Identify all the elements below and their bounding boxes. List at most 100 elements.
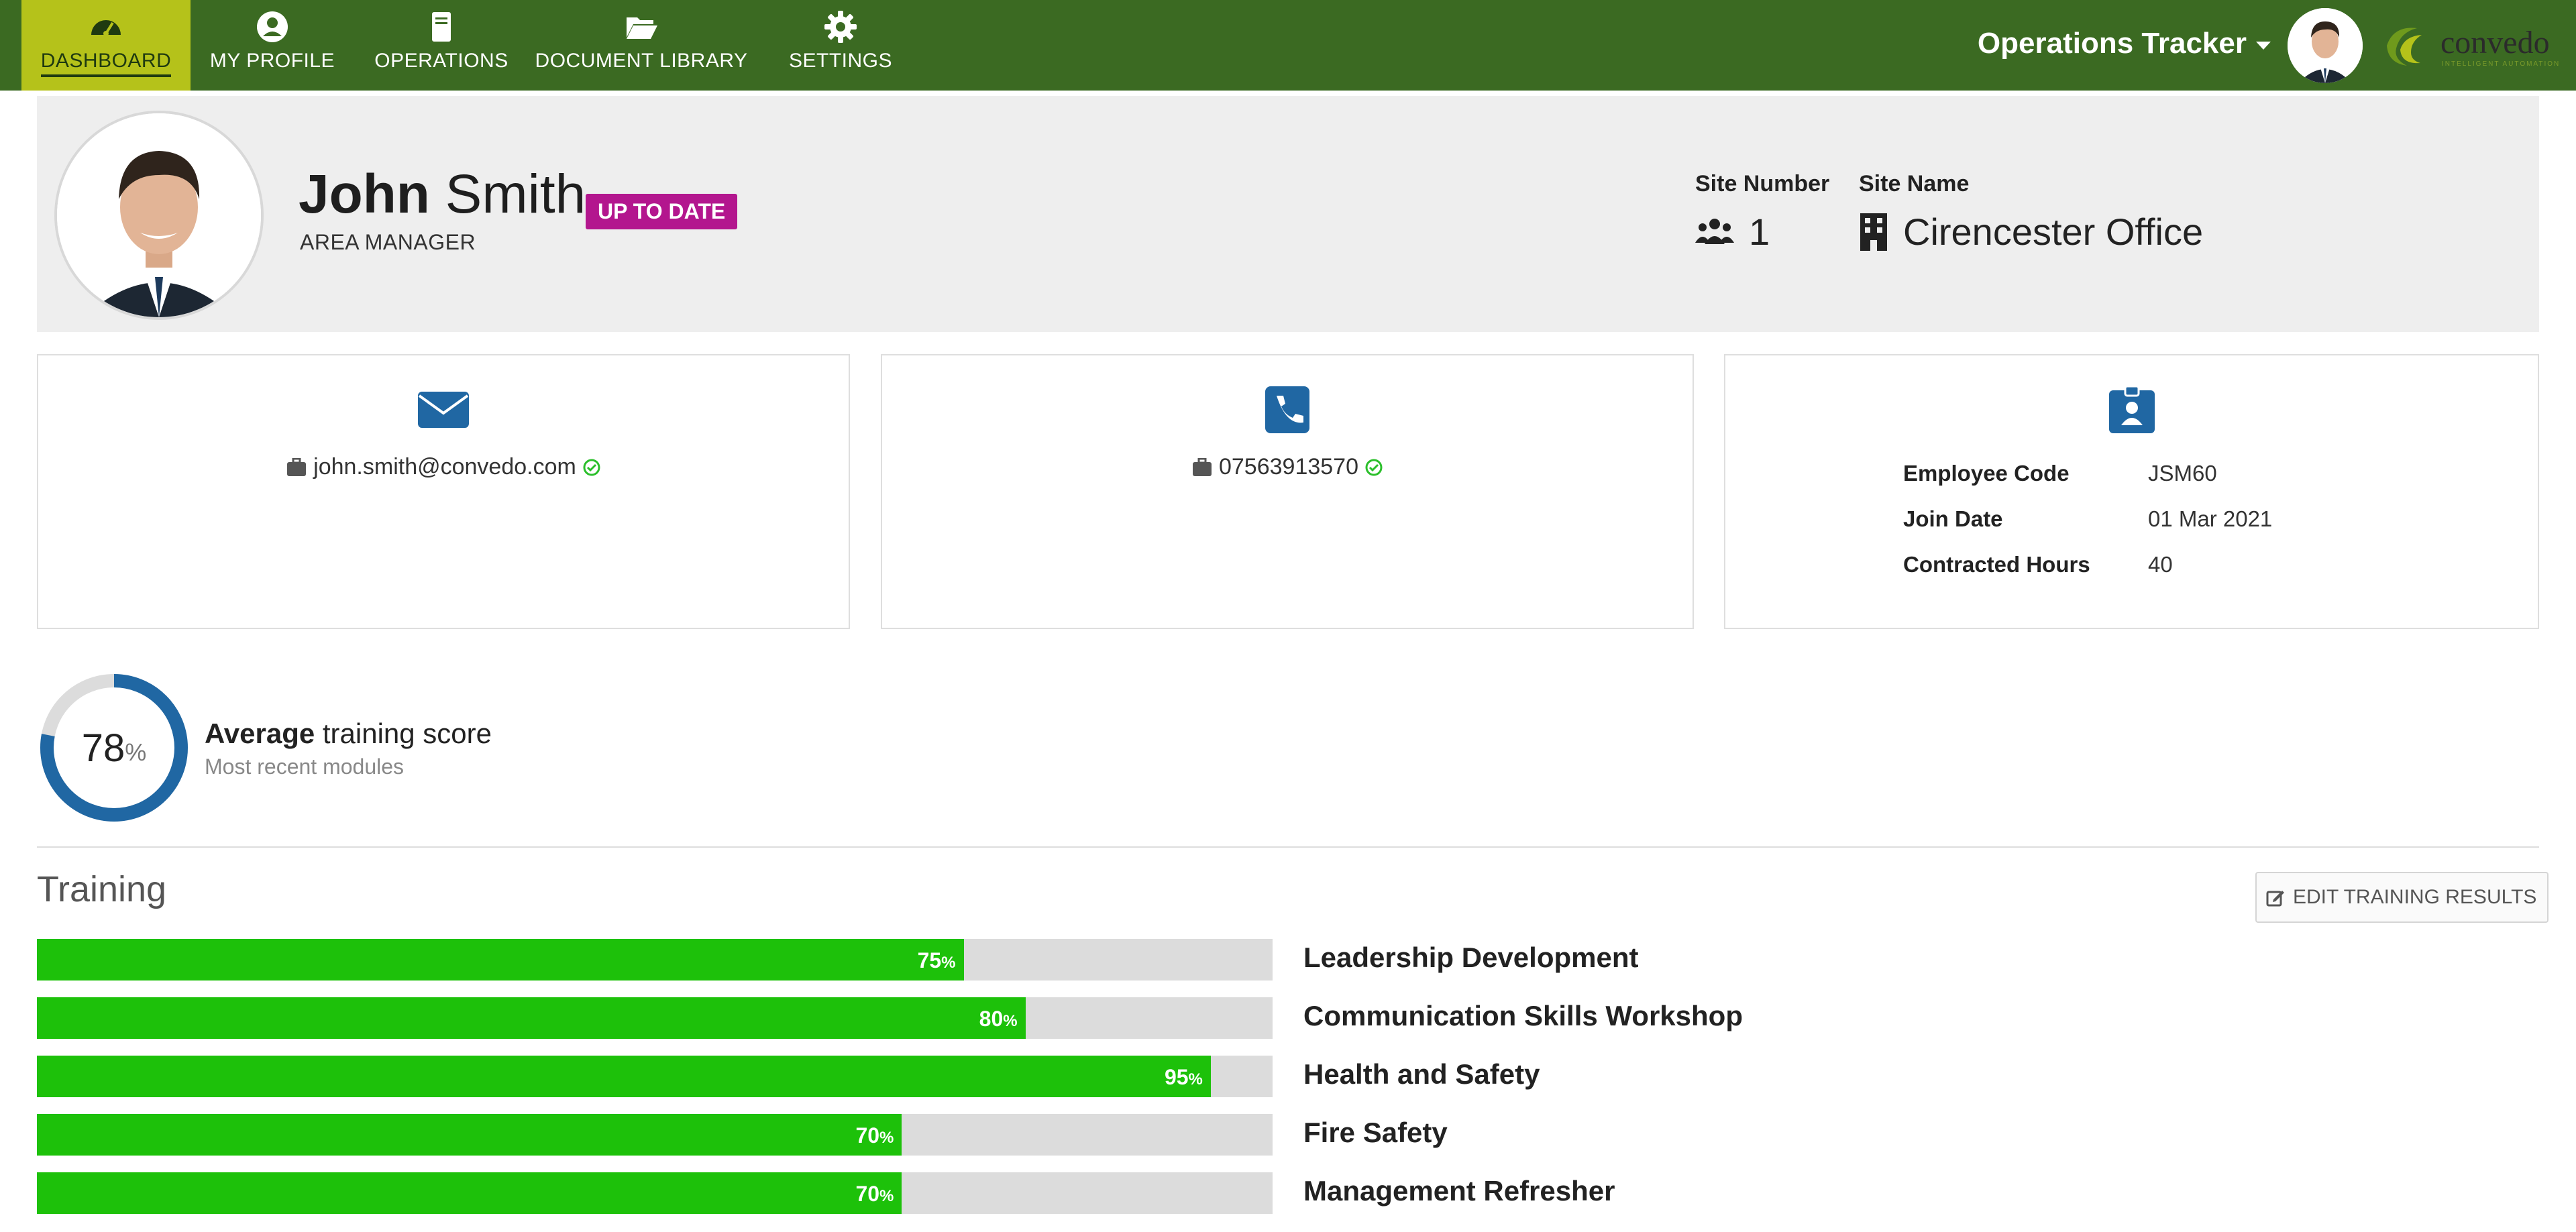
- training-module-name: Management Refresher: [1303, 1175, 1615, 1207]
- nav-operations[interactable]: OPERATIONS: [369, 0, 514, 91]
- briefcase-icon: [1192, 457, 1212, 476]
- top-navigation-bar: DASHBOARD MY PROFILE OPERATIONS DOCUMENT…: [0, 0, 2576, 91]
- nav-label: SETTINGS: [788, 50, 892, 72]
- status-badge: UP TO DATE: [586, 194, 738, 229]
- caret-down-icon: [2256, 42, 2271, 50]
- employee-name: John Smith: [299, 163, 586, 226]
- edit-button-label: EDIT TRAINING RESULTS: [2293, 886, 2537, 908]
- site-number: 1: [1695, 210, 1770, 254]
- join-date-value: 01 Mar 2021: [2148, 506, 2273, 531]
- employee-row: Contracted Hours 40: [1903, 542, 2272, 587]
- average-title-rest: training score: [315, 718, 492, 749]
- training-module-name: Fire Safety: [1303, 1117, 1448, 1148]
- profile-portrait-icon: [57, 113, 261, 317]
- employee-role: AREA MANAGER: [300, 230, 476, 254]
- average-score-subtitle: Most recent modules: [205, 754, 405, 779]
- profile-photo: [54, 111, 264, 320]
- training-section-title: Training: [37, 869, 167, 909]
- employee-code-value: JSM60: [2148, 461, 2217, 486]
- training-row: 75% Leadership Development: [37, 939, 1848, 997]
- site-name-label: Site Name: [1859, 171, 1970, 197]
- employee-details-table: Employee Code JSM60 Join Date 01 Mar 202…: [1903, 451, 2272, 587]
- site-number-label: Site Number: [1695, 171, 1830, 197]
- email-card: john.smith@convedo.com: [37, 354, 850, 629]
- contracted-hours-value: 40: [2148, 552, 2173, 577]
- contracted-hours-label: Contracted Hours: [1903, 552, 2090, 577]
- training-bar-value: 70%: [855, 1182, 894, 1206]
- training-bar-value: 75%: [917, 948, 956, 972]
- edit-icon: [2266, 891, 2284, 907]
- user-avatar[interactable]: [2288, 8, 2363, 83]
- training-bar-track: 75%: [37, 939, 1273, 981]
- training-bar-fill: 80%: [37, 997, 1026, 1039]
- phone-number[interactable]: 07563913570: [1219, 454, 1358, 480]
- nav-label: MY PROFILE: [209, 50, 335, 72]
- user-circle-icon: [257, 11, 288, 42]
- envelope-icon: [418, 392, 469, 428]
- training-module-name: Leadership Development: [1303, 942, 1639, 973]
- users-icon: [1695, 218, 1734, 244]
- training-row: 70% Fire Safety: [37, 1114, 1848, 1172]
- folder-open-icon: [627, 17, 657, 39]
- average-score-value: 78%: [37, 671, 191, 825]
- training-row: 70% Management Refresher: [37, 1172, 1848, 1231]
- employee-row: Employee Code JSM60: [1903, 451, 2272, 496]
- average-word: Average: [205, 718, 315, 749]
- score-number: 78: [81, 726, 125, 770]
- section-divider: [37, 846, 2539, 848]
- phone-card: 07563913570: [881, 354, 1694, 629]
- tracker-label: Operations Tracker: [1977, 27, 2247, 60]
- email-line: john.smith@convedo.com: [38, 454, 849, 480]
- employee-code-label: Employee Code: [1903, 461, 2070, 486]
- score-unit: %: [125, 738, 147, 766]
- nav-label: DASHBOARD: [40, 50, 172, 77]
- training-bar-fill: 70%: [37, 1114, 902, 1156]
- verified-check-icon: [1365, 459, 1383, 475]
- training-bar-value: 70%: [855, 1123, 894, 1147]
- join-date-label: Join Date: [1903, 506, 2003, 531]
- site-name: Cirencester Office: [1859, 210, 2203, 254]
- gear-icon: [824, 11, 857, 43]
- employee-row: Join Date 01 Mar 2021: [1903, 496, 2272, 542]
- book-icon: [432, 12, 451, 42]
- training-row: 95% Health and Safety: [37, 1056, 1848, 1114]
- employee-card: Employee Code JSM60 Join Date 01 Mar 202…: [1724, 354, 2539, 629]
- dashboard-gauge-icon: [91, 20, 121, 36]
- nav-document-library[interactable]: DOCUMENT LIBRARY: [535, 0, 747, 91]
- training-module-name: Communication Skills Workshop: [1303, 1000, 1743, 1031]
- phone-line: 07563913570: [882, 454, 1693, 480]
- training-bar-fill: 95%: [37, 1056, 1211, 1097]
- operations-tracker-dropdown[interactable]: Operations Tracker: [1978, 27, 2271, 60]
- training-bar-track: 95%: [37, 1056, 1273, 1097]
- site-number-value: 1: [1749, 211, 1770, 253]
- nav-dashboard[interactable]: DASHBOARD: [21, 0, 191, 91]
- avatar-portrait-icon: [2288, 8, 2363, 83]
- training-bar-fill: 70%: [37, 1172, 902, 1214]
- verified-check-icon: [583, 459, 600, 475]
- average-score-title: Average training score: [205, 718, 492, 750]
- edit-training-results-button[interactable]: EDIT TRAINING RESULTS: [2255, 872, 2549, 923]
- nav-my-profile[interactable]: MY PROFILE: [205, 0, 339, 91]
- last-name: Smith: [445, 164, 586, 225]
- training-bar-fill: 75%: [37, 939, 964, 981]
- email-address[interactable]: john.smith@convedo.com: [313, 454, 576, 480]
- logo-wordmark: convedo: [2440, 25, 2550, 60]
- convedo-logo: convedo INTELLIGENT AUTOMATION: [2380, 19, 2561, 72]
- phone-icon: [1265, 386, 1309, 433]
- nav-label: OPERATIONS: [374, 50, 508, 72]
- building-icon: [1860, 213, 1887, 251]
- training-module-name: Health and Safety: [1303, 1058, 1540, 1090]
- training-bar-value: 95%: [1164, 1065, 1203, 1089]
- training-bar-value: 80%: [979, 1007, 1018, 1031]
- training-progress-list: 75% Leadership Development 80% Communica…: [37, 939, 1848, 1231]
- nav-settings[interactable]: SETTINGS: [778, 0, 903, 91]
- training-bar-track: 80%: [37, 997, 1273, 1039]
- logo-tagline: INTELLIGENT AUTOMATION: [2442, 60, 2561, 68]
- profile-header: John Smith AREA MANAGER UP TO DATE Site …: [37, 96, 2539, 332]
- training-row: 80% Communication Skills Workshop: [37, 997, 1848, 1056]
- training-bar-track: 70%: [37, 1172, 1273, 1214]
- site-name-value: Cirencester Office: [1903, 211, 2204, 253]
- training-bar-track: 70%: [37, 1114, 1273, 1156]
- first-name: John: [299, 164, 430, 225]
- id-badge-icon: [2108, 386, 2155, 433]
